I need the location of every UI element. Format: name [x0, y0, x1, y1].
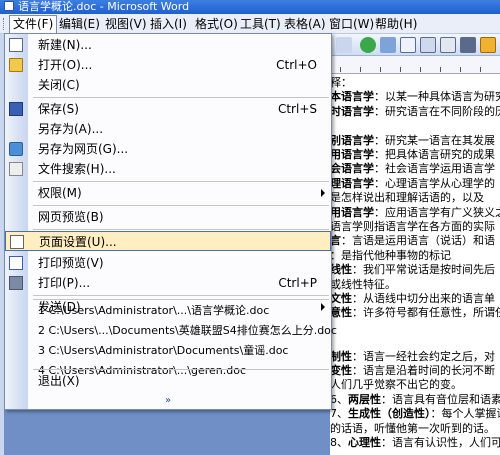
document-text-line [330, 335, 500, 348]
window-title-bar: 语言学概论.doc - Microsoft Word [0, 0, 500, 14]
document-text-line: 制性：语言一经社会约定之后，对 [330, 349, 495, 363]
menu-close[interactable]: 关闭(C) [5, 75, 331, 95]
menu-separator [33, 295, 329, 296]
file-search-icon [9, 162, 23, 176]
document-map-icon[interactable] [480, 37, 496, 53]
menu-separator [33, 299, 329, 300]
submenu-arrow-icon [321, 189, 325, 197]
insert-table-icon[interactable] [400, 37, 416, 53]
save-icon [9, 102, 23, 116]
insert-excel-icon[interactable] [420, 37, 436, 53]
menu-window[interactable]: 窗口(W) [326, 15, 377, 33]
document-text-line: 理语言学：心理语言学从心理学的 [330, 176, 495, 190]
document-text-line: 别语言学：研究某一语言在其发展 [330, 133, 495, 147]
document-text-line: 会语言学：社会语言学运用语言学 [330, 162, 495, 176]
standard-toolbar [330, 34, 500, 56]
tables-borders-icon[interactable] [380, 37, 396, 53]
document-text-line: 用语言学：应用语言学有广义狭义之 [330, 205, 500, 219]
menu-separator [33, 369, 329, 370]
document-text-line: 是怎样说出和理解话语的，以及 [330, 191, 484, 205]
open-folder-icon [9, 58, 23, 72]
document-text-line: 语言学则指语言学在各方面的实际 [330, 220, 495, 233]
menu-table[interactable]: 表格(A) [281, 15, 329, 33]
document-text-line: 用语言学：把具体语言研究的成果 [330, 148, 495, 161]
menu-separator [33, 181, 329, 182]
menu-bar: 文件(F) 编辑(E) 视图(V) 插入(I) 格式(O) 工具(T) 表格(A… [0, 14, 500, 34]
print-preview-icon [9, 256, 23, 270]
document-area: 释： 本语言学：以某一种具体语言为研究 时语言学：研究语言在不同阶段的历 别语言学：研… [330, 56, 500, 455]
document-text-line: 变性：语言是沿着时间的长河不断 [330, 364, 495, 377]
toolbar-button-icon[interactable] [336, 37, 352, 53]
document-text-line: 或线性特征。 [330, 277, 396, 291]
document-text-line: 意性：许多符号都有任意性，所谓任 [330, 306, 500, 320]
menu-save-as-web[interactable]: 另存为网页(G)... [5, 139, 331, 159]
document-text-line: 6、两层性：语言具有音位层和语素层，这 [330, 392, 500, 406]
document-text-line: ：是指代他种事物的标记 [330, 248, 451, 262]
document-text-line: 线性：我们平常说话是按时间先后 [330, 263, 495, 277]
menu-open[interactable]: 打开(O)... Ctrl+O [5, 55, 331, 75]
document-text-line [330, 321, 500, 334]
document-text-line: 本语言学：以某一种具体语言为研究 [330, 90, 500, 104]
document-text-line: 的话语，听懂他第一次听到的话。 [330, 421, 495, 435]
document-text-line: 人们几乎觉察不出它的变。 [330, 378, 462, 392]
menu-print[interactable]: 打印(P)... Ctrl+P [5, 273, 331, 293]
recent-file-3[interactable]: 3 C:\Users\Administrator\Documents\童谣.do… [5, 341, 331, 361]
menu-file-search[interactable]: 文件搜索(H)... [5, 159, 331, 179]
menu-print-preview[interactable]: 打印预览(V) [5, 253, 331, 273]
menu-save[interactable]: 保存(S) Ctrl+S [5, 99, 331, 119]
word-app-icon [4, 1, 14, 11]
document-text-line: 8、心理性：语言有认识性，人们可以借 [330, 436, 500, 449]
menu-format[interactable]: 格式(O) [192, 15, 241, 33]
menu-exit[interactable]: 退出(X) [5, 371, 331, 391]
menu-page-setup[interactable]: 页面设置(U)... [5, 231, 331, 251]
columns-icon[interactable] [440, 37, 456, 53]
horizontal-ruler[interactable] [330, 56, 500, 74]
printer-icon [9, 276, 23, 290]
menu-separator [33, 229, 329, 230]
menubar-grip-handle[interactable] [3, 18, 6, 30]
menu-tools[interactable]: 工具(T) [237, 15, 284, 33]
document-text-line: 时语言学：研究语言在不同阶段的历 [330, 104, 500, 118]
save-web-icon [9, 142, 23, 156]
document-page[interactable]: 释： 本语言学：以某一种具体语言为研究 时语言学：研究语言在不同阶段的历 别语言学：研… [330, 74, 500, 455]
menu-save-as[interactable]: 另存为(A)... [5, 119, 331, 139]
document-text-line: 文性：从语线中切分出来的语言单 [330, 292, 495, 305]
window-title: 语言学概论.doc - Microsoft Word [18, 0, 190, 13]
menu-insert[interactable]: 插入(I) [147, 15, 190, 33]
recent-file-1[interactable]: 1 C:\Users\Administrator\...\语言学概论.doc [5, 301, 331, 321]
menu-separator [33, 205, 329, 206]
menu-help[interactable]: 帮助(H) [372, 15, 420, 33]
hyperlink-icon[interactable] [360, 37, 376, 53]
drawing-icon[interactable] [460, 37, 476, 53]
new-document-icon [9, 38, 23, 52]
menu-file[interactable]: 文件(F) [9, 15, 58, 33]
document-text-line: 7、生成性（创造性）：每个人掌握语言都 [330, 407, 500, 421]
document-text-line [330, 119, 500, 132]
menu-separator [33, 97, 329, 98]
menu-permission[interactable]: 权限(M) [5, 183, 331, 203]
menu-web-preview[interactable]: 网页预览(B) [5, 207, 331, 227]
menu-view[interactable]: 视图(V) [102, 15, 150, 33]
expand-menu-chevron-icon[interactable]: » [160, 395, 176, 409]
file-menu-dropdown: 新建(N)... 打开(O)... Ctrl+O 关闭(C) 保存(S) Ctr… [4, 33, 337, 410]
document-text-line: 言：言语是运用语言（说话）和语 [330, 234, 495, 248]
recent-file-2[interactable]: 2 C:\Users\...\Documents\英雄联盟S4排位赛怎么上分.d… [5, 321, 337, 341]
menu-edit[interactable]: 编辑(E) [56, 15, 103, 33]
document-text-line: 释： [330, 76, 352, 89]
page-setup-icon [10, 235, 24, 249]
menu-new[interactable]: 新建(N)... [5, 35, 331, 55]
